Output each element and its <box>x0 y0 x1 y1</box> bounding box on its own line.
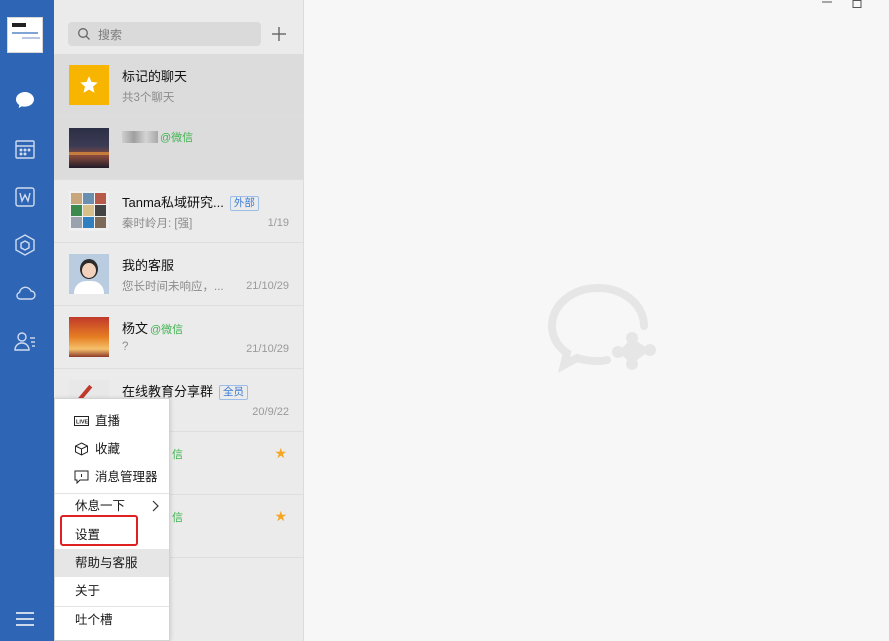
chat-item-starred[interactable]: 标记的聊天 共3个聊天 <box>54 54 303 117</box>
chat-preview: 秦时岭月: [强] <box>122 218 193 230</box>
wechat-tag: @微信 <box>150 324 184 336</box>
search-placeholder: 搜索 <box>98 28 123 42</box>
chat-date: 1/19 <box>267 217 289 229</box>
calendar-icon[interactable] <box>11 135 39 163</box>
menu-label: 收藏 <box>95 442 121 456</box>
nav-rail <box>0 0 54 641</box>
wechat-tag-text: 信 <box>172 512 183 524</box>
wechat-tag: @微信 <box>160 132 194 144</box>
menu-label: 吐个槽 <box>75 613 113 627</box>
menu-label: 关于 <box>75 584 101 598</box>
wecom-watermark-icon <box>548 284 656 373</box>
chat-preview: ? <box>122 341 129 353</box>
chat-item[interactable]: @微信 <box>54 117 303 180</box>
search-icon <box>78 28 90 40</box>
chat-avatar <box>69 128 109 168</box>
svg-text:LIVE: LIVE <box>76 420 89 426</box>
chat-name-text: 在线教育分享群 <box>122 384 214 399</box>
messages-icon[interactable] <box>11 86 39 114</box>
chat-date: 21/10/29 <box>246 343 289 355</box>
chat-name: 杨文 @微信 <box>122 318 183 337</box>
menu-item-feedback[interactable]: 吐个槽 <box>55 606 169 634</box>
star-icon[interactable]: ★ <box>274 508 287 525</box>
chat-item[interactable]: 杨文 @微信 ? 21/10/29 <box>54 306 303 369</box>
external-badge: 外部 <box>229 196 259 211</box>
menu-item-help[interactable]: 帮助与客服 <box>55 549 169 577</box>
chat-name-text: 杨文 <box>122 321 149 336</box>
wechat-tag: 信 <box>170 509 183 525</box>
workbench-icon[interactable] <box>11 231 39 259</box>
document-icon[interactable] <box>11 183 39 211</box>
menu-item-about[interactable]: 关于 <box>55 577 169 605</box>
menu-item-message-manager[interactable]: 消息管理器 <box>55 463 169 491</box>
search-box[interactable]: 搜索 <box>68 22 261 46</box>
all-members-badge: 全员 <box>219 385 249 400</box>
chat-avatar <box>69 317 109 357</box>
wechat-tag-text: 信 <box>172 449 183 461</box>
chat-item[interactable]: Tanma私域研究... 外部 秦时岭月: [强] 1/19 <box>54 180 303 243</box>
chat-item[interactable]: 我的客服 您长时间未响应，... 21/10/29 <box>54 243 303 306</box>
chat-name: @微信 <box>122 129 193 145</box>
user-avatar[interactable] <box>7 17 43 53</box>
menu-label: 消息管理器 <box>95 470 158 484</box>
message-manager-icon <box>74 470 89 484</box>
live-icon: LIVE <box>74 416 89 426</box>
maximize-icon[interactable] <box>850 0 864 10</box>
chevron-right-icon <box>152 500 159 512</box>
cube-icon <box>75 442 88 456</box>
contacts-icon[interactable] <box>11 327 39 355</box>
settings-highlight-box <box>60 515 138 546</box>
chat-name-text: Tanma私域研究... <box>122 195 224 210</box>
group-avatar <box>69 191 109 231</box>
minimize-icon[interactable] <box>820 0 834 10</box>
chat-date: 21/10/29 <box>246 280 289 292</box>
chat-name: 标记的聊天 <box>122 69 188 84</box>
star-folder-icon <box>69 65 109 105</box>
add-icon[interactable] <box>269 24 289 44</box>
hamburger-menu-icon[interactable] <box>14 610 36 628</box>
menu-label: 帮助与客服 <box>75 556 138 570</box>
conversation-area <box>304 0 889 641</box>
redacted-name <box>122 131 158 143</box>
chat-preview: 您长时间未响应，... <box>122 281 224 293</box>
menu-item-live[interactable]: LIVE 直播 <box>55 407 169 435</box>
chat-date: 20/9/22 <box>252 406 289 418</box>
wechat-tag: 信 <box>170 446 183 462</box>
chat-preview: 共3个聊天 <box>122 92 175 104</box>
chat-name: 我的客服 <box>122 258 175 273</box>
menu-item-favorites[interactable]: 收藏 <box>55 435 169 463</box>
cloud-icon[interactable] <box>11 279 39 307</box>
chat-avatar <box>69 254 109 294</box>
menu-label: 直播 <box>95 414 121 428</box>
chat-name: Tanma私域研究... 外部 <box>122 192 259 211</box>
star-icon[interactable]: ★ <box>274 445 287 462</box>
